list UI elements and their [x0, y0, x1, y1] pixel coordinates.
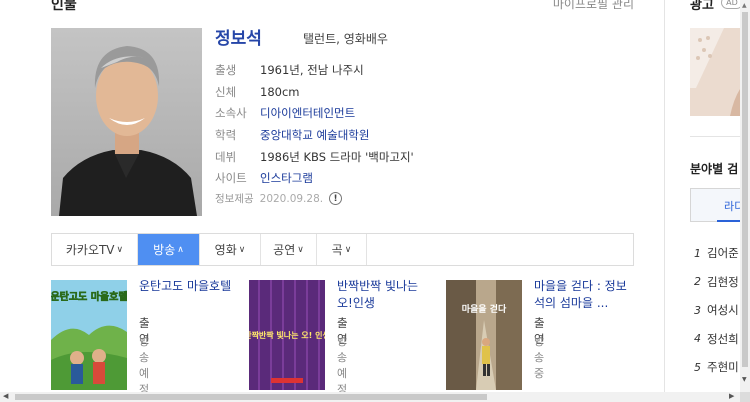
- info-row-body: 신체 180cm: [215, 81, 615, 103]
- poster-text: 마을을 걷다: [462, 303, 507, 315]
- info-row-site: 사이트 인스타그램: [215, 167, 615, 189]
- list-item[interactable]: 4 정선희: [694, 325, 739, 354]
- scroll-up-icon[interactable]: ▲: [742, 2, 747, 9]
- tab-label: 카카오TV: [65, 243, 115, 257]
- horizontal-scrollbar[interactable]: ◀ ▶: [0, 392, 750, 402]
- info-key: 데뷔: [215, 149, 237, 164]
- list-item[interactable]: 3 여성시: [694, 296, 739, 325]
- profile-info-list: 출생 1961년, 전남 나주시 신체 180cm 소속사 디아이엔터테인먼트 …: [215, 59, 615, 189]
- right-sidebar: 광고 AD 분야별 검 라디 1 김어준 2 김현정 3 여성시 4 정선희 5…: [665, 0, 740, 392]
- info-key: 소속사: [215, 106, 247, 121]
- info-row-debut: 데뷔 1986년 KBS 드라마 '백마고지': [215, 146, 615, 168]
- filmography-tabs: 카카오TV ∨ 방송 ∧ 영화 ∨ 공연 ∨ 곡 ∨: [51, 233, 634, 266]
- info-row-agency: 소속사 디아이엔터테인먼트: [215, 102, 615, 124]
- info-key: 출생: [215, 62, 237, 77]
- main-content: 인물 마이프로필 관리 정보석 탤런트, 영화배우 출생 1961년, 전남 나…: [0, 0, 664, 402]
- rank-text: 김어준: [707, 246, 739, 261]
- rank-text: 정선희: [707, 331, 739, 346]
- program-status: 방송예정: [139, 335, 150, 396]
- tab-kakaotv[interactable]: 카카오TV ∨: [52, 234, 138, 265]
- info-row-education: 학력 중앙대학교 예술대학원: [215, 124, 615, 146]
- vertical-scrollbar[interactable]: ▲ ▼: [740, 0, 750, 392]
- scroll-right-icon[interactable]: ▶: [729, 392, 734, 400]
- source-label: 정보제공: [215, 193, 254, 205]
- program-title-link[interactable]: 운탄고도 마을호텔: [139, 278, 234, 295]
- chevron-up-icon: ∧: [177, 244, 184, 255]
- tab-label: 곡: [331, 243, 343, 257]
- list-item[interactable]: 5 주현미: [694, 353, 739, 382]
- info-key: 학력: [215, 127, 237, 142]
- poster-text: 운탄고도 마을호텔: [51, 290, 127, 303]
- my-profile-manage-link[interactable]: 마이프로필 관리: [553, 0, 634, 12]
- rank-number: 2: [694, 275, 701, 289]
- scroll-left-icon[interactable]: ◀: [3, 392, 8, 400]
- tab-label: 라디: [724, 200, 740, 213]
- rank-number: 3: [694, 303, 701, 317]
- section-title: 인물: [51, 0, 77, 13]
- scrollbar-thumb[interactable]: [15, 394, 487, 400]
- chevron-down-icon: ∨: [297, 244, 304, 255]
- category-tab-radio[interactable]: 라디: [690, 188, 740, 222]
- program-status: 방송중: [534, 335, 545, 380]
- source-date: 2020.09.28.: [259, 192, 324, 205]
- education-link[interactable]: 중앙대학교 예술대학원: [260, 127, 369, 143]
- rank-number: 5: [694, 360, 701, 374]
- profile-photo[interactable]: [51, 28, 202, 216]
- chevron-down-icon: ∨: [344, 244, 352, 255]
- rank-text: 여성시: [707, 303, 739, 318]
- poster-text: 반짝반짝 빛나는 오! 인생: [249, 330, 325, 340]
- list-item[interactable]: 2 김현정: [694, 268, 739, 297]
- info-value: 1961년, 전남 나주시: [260, 62, 364, 77]
- program-poster[interactable]: 마을을 걷다: [446, 280, 522, 390]
- chevron-down-icon: ∨: [238, 244, 246, 255]
- tab-song[interactable]: 곡 ∨: [317, 234, 367, 265]
- info-row-birth: 출생 1961년, 전남 나주시: [215, 59, 615, 81]
- ranking-list: 1 김어준 2 김현정 3 여성시 4 정선희 5 주현미: [694, 239, 739, 382]
- tab-label: 공연: [273, 243, 296, 257]
- category-title: 분야별 검: [690, 162, 739, 176]
- rank-text: 김현정: [707, 274, 739, 289]
- rank-text: 주현미: [707, 360, 739, 375]
- scroll-down-icon[interactable]: ▼: [742, 376, 747, 383]
- tab-performance[interactable]: 공연 ∨: [261, 234, 317, 265]
- tab-label: 방송: [153, 243, 176, 257]
- info-key: 사이트: [215, 171, 247, 186]
- divider: [690, 136, 740, 137]
- tab-broadcast[interactable]: 방송 ∧: [138, 234, 200, 265]
- program-poster[interactable]: 운탄고도 마을호텔: [51, 280, 127, 390]
- rank-number: 1: [694, 246, 701, 260]
- info-value: 180cm: [260, 84, 300, 99]
- list-item[interactable]: 1 김어준: [694, 239, 739, 268]
- info-key: 신체: [215, 84, 237, 99]
- scrollbar-corner: [740, 392, 750, 402]
- ad-badge[interactable]: AD: [721, 0, 740, 9]
- report-icon[interactable]: !: [329, 192, 343, 205]
- scrollbar-thumb[interactable]: [742, 12, 748, 367]
- person-occupation: 탤런트, 영화배우: [303, 32, 388, 46]
- info-source: 정보제공 2020.09.28. !: [215, 191, 343, 206]
- program-title-link[interactable]: 반짝반짝 빛나는 오!인생: [337, 278, 432, 312]
- tab-movie[interactable]: 영화 ∨: [200, 234, 261, 265]
- tab-label: 영화: [214, 243, 237, 257]
- person-name[interactable]: 정보석: [215, 24, 262, 49]
- rank-number: 4: [694, 332, 701, 346]
- program-title-link[interactable]: 마을을 걷다 : 정보석의 섬마을 ...: [534, 278, 629, 312]
- chevron-down-icon: ∨: [116, 244, 124, 255]
- program-status: 방송예정: [337, 335, 348, 396]
- instagram-link[interactable]: 인스타그램: [260, 170, 313, 186]
- ad-title: 광고: [690, 0, 714, 13]
- ad-image[interactable]: [690, 28, 740, 116]
- agency-link[interactable]: 디아이엔터테인먼트: [260, 105, 355, 121]
- info-value: 1986년 KBS 드라마 '백마고지': [260, 149, 414, 164]
- program-poster[interactable]: 반짝반짝 빛나는 오! 인생: [249, 280, 325, 390]
- active-indicator: [717, 220, 740, 222]
